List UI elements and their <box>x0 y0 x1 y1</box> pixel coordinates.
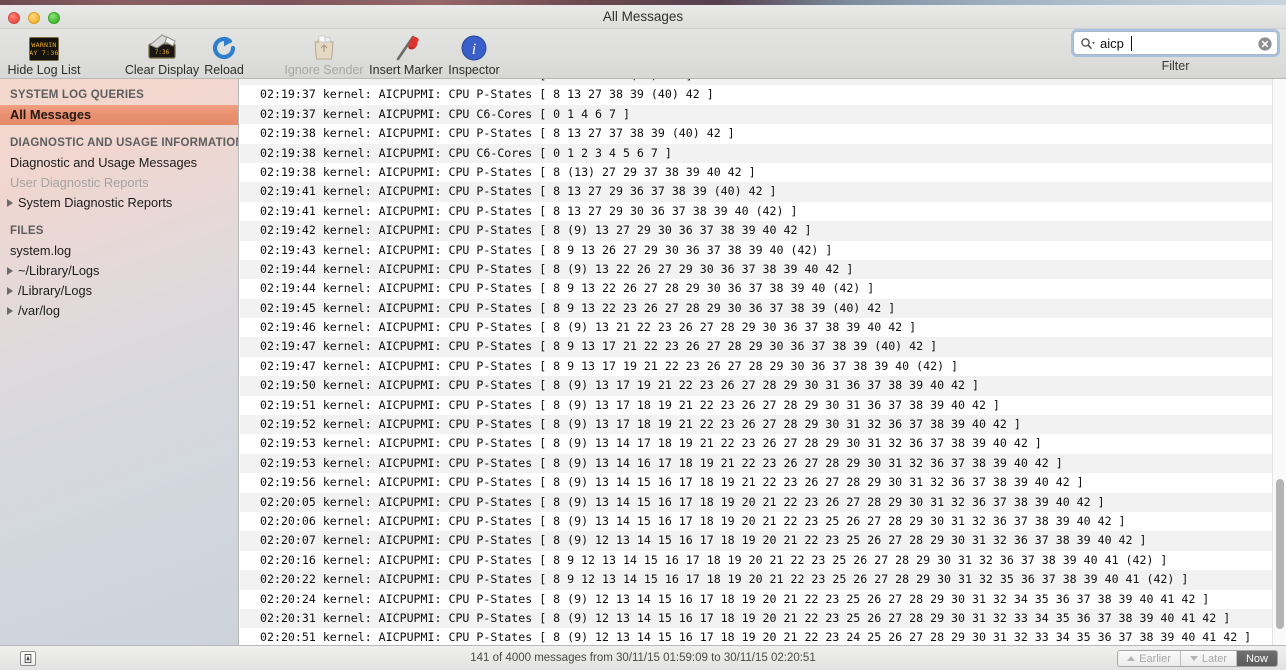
time-navigation-segmented-control[interactable]: Earlier Later Now <box>1117 650 1278 667</box>
reload-label: Reload <box>204 63 244 77</box>
log-viewer-window: All Messages WARNIN AY 7:36 Hide Log Lis… <box>0 0 1286 670</box>
log-row[interactable]: 02:19:37 kernel: AICPUPMI: CPU P-States … <box>240 85 1286 105</box>
sidebar-item-library-logs[interactable]: /Library/Logs <box>0 281 238 301</box>
text-cursor <box>1131 36 1132 51</box>
inspector-button[interactable]: i Inspector <box>428 31 520 77</box>
log-row[interactable]: 02:19:56 kernel: AICPUPMI: CPU P-States … <box>240 473 1286 493</box>
chevron-right-icon[interactable] <box>7 267 13 275</box>
earlier-button[interactable]: Earlier <box>1118 651 1181 666</box>
triangle-down-icon <box>1189 656 1198 661</box>
svg-text:i: i <box>472 41 476 58</box>
sidebar-item-label: All Messages <box>10 107 92 122</box>
log-row[interactable]: 02:19:53 kernel: AICPUPMI: CPU P-States … <box>240 453 1286 474</box>
status-bar: 141 of 4000 messages from 30/11/15 01:59… <box>0 645 1286 670</box>
log-row[interactable]: 02:20:51 kernel: AICPUPMI: CPU P-States … <box>240 628 1286 645</box>
search-input[interactable]: aicp <box>1073 31 1278 55</box>
reload-button[interactable]: Reload <box>178 31 270 77</box>
filter-search-area: aicp Filter <box>1073 31 1278 73</box>
log-row[interactable]: 02:20:22 kernel: AICPUPMI: CPU P-States … <box>240 570 1286 590</box>
log-row[interactable]: 02:19:42 kernel: AICPUPMI: CPU P-States … <box>240 221 1286 241</box>
ignore-sender-label: Ignore Sender <box>284 63 364 77</box>
now-label: Now <box>1245 652 1268 665</box>
log-list-icon-line2: AY 7:36 <box>29 49 59 57</box>
trash-bag-icon <box>310 31 338 61</box>
hide-log-list-label: Hide Log List <box>7 63 81 77</box>
log-list-sidebar[interactable]: SYSTEM LOG QUERIES All Messages DIAGNOST… <box>0 79 239 645</box>
reload-icon <box>211 31 237 61</box>
search-value: aicp <box>1100 36 1124 51</box>
later-button[interactable]: Later <box>1180 651 1237 666</box>
sidebar-item-label: /Library/Logs <box>18 283 92 298</box>
red-flag-icon <box>392 31 420 61</box>
window-title: All Messages <box>602 9 684 24</box>
log-row[interactable]: 02:19:47 kernel: AICPUPMI: CPU P-States … <box>240 356 1286 377</box>
log-row[interactable]: 02:19:44 kernel: AICPUPMI: CPU P-States … <box>240 259 1286 280</box>
chevron-right-icon[interactable] <box>7 287 13 295</box>
log-row[interactable]: 02:20:24 kernel: AICPUPMI: CPU P-States … <box>240 589 1286 609</box>
sidebar-item-label: system.log <box>10 243 72 258</box>
search-icon[interactable] <box>1080 36 1097 52</box>
sidebar-item-user-library-logs[interactable]: ~/Library/Logs <box>0 261 238 281</box>
log-row[interactable]: 02:19:45 kernel: AICPUPMI: CPU P-States … <box>240 298 1286 319</box>
hide-log-list-button[interactable]: WARNIN AY 7:36 Hide Log List <box>0 31 90 77</box>
chevron-right-icon[interactable] <box>7 199 13 207</box>
clear-display-icon: 7:36 <box>145 31 179 61</box>
log-list-icon: WARNIN AY 7:36 <box>29 31 59 61</box>
info-circle-icon: i <box>461 31 487 61</box>
log-row[interactable]: 02:19:47 kernel: AICPUPMI: CPU P-States … <box>240 337 1286 357</box>
earlier-label: Earlier <box>1139 652 1171 665</box>
log-row[interactable]: 02:19:41 kernel: AICPUPMI: CPU P-States … <box>240 182 1286 202</box>
log-row[interactable]: 02:19:51 kernel: AICPUPMI: CPU P-States … <box>240 395 1286 416</box>
log-row[interactable]: 02:20:07 kernel: AICPUPMI: CPU P-States … <box>240 531 1286 551</box>
inspector-label: Inspector <box>448 63 500 77</box>
filter-label: Filter <box>1161 59 1190 73</box>
sidebar-item-label: User Diagnostic Reports <box>10 175 149 190</box>
log-row[interactable]: 02:19:37 kernel: AICPUPMI: CPU C6-Cores … <box>240 104 1286 125</box>
now-button[interactable]: Now <box>1236 651 1277 666</box>
log-message-list[interactable]: 02:19:37 kernel: AICPUPMI: CPU P-States … <box>240 79 1286 645</box>
toolbar: WARNIN AY 7:36 Hide Log List 7:36 Clear … <box>0 29 1286 79</box>
sidebar-header-system-log-queries: SYSTEM LOG QUERIES <box>10 89 144 101</box>
log-row[interactable]: 02:20:31 kernel: AICPUPMI: CPU P-States … <box>240 608 1286 629</box>
log-row[interactable]: 02:20:05 kernel: AICPUPMI: CPU P-States … <box>240 492 1286 512</box>
sidebar-item-var-log[interactable]: /var/log <box>0 301 238 321</box>
sidebar-header-files: FILES <box>10 225 44 237</box>
log-row[interactable]: 02:19:52 kernel: AICPUPMI: CPU P-States … <box>240 415 1286 435</box>
ignore-sender-button[interactable]: Ignore Sender <box>278 31 370 77</box>
window-title-bar: All Messages <box>0 5 1286 29</box>
log-row[interactable]: 02:20:16 kernel: AICPUPMI: CPU P-States … <box>240 550 1286 571</box>
log-list-icon-line1: WARNIN <box>31 41 57 49</box>
sidebar-item-diagnostic-and-usage-messages[interactable]: Diagnostic and Usage Messages <box>0 153 238 173</box>
sidebar-item-system-diagnostic-reports[interactable]: System Diagnostic Reports <box>0 193 238 213</box>
sidebar-item-all-messages[interactable]: All Messages <box>0 105 238 125</box>
sidebar-item-system-log[interactable]: system.log <box>0 241 238 261</box>
log-row[interactable]: 02:19:38 kernel: AICPUPMI: CPU C6-Cores … <box>240 143 1286 163</box>
scrollbar-thumb[interactable] <box>1276 479 1284 629</box>
log-row[interactable]: 02:19:53 kernel: AICPUPMI: CPU P-States … <box>240 434 1286 454</box>
status-message: 141 of 4000 messages from 30/11/15 01:59… <box>470 652 816 664</box>
log-row[interactable]: 02:19:43 kernel: AICPUPMI: CPU P-States … <box>240 240 1286 260</box>
log-row[interactable]: 02:20:06 kernel: AICPUPMI: CPU P-States … <box>240 511 1286 532</box>
log-vertical-scrollbar[interactable] <box>1272 79 1286 645</box>
log-row[interactable]: 02:19:50 kernel: AICPUPMI: CPU P-States … <box>240 376 1286 396</box>
sidebar-item-user-diagnostic-reports[interactable]: User Diagnostic Reports <box>0 173 238 193</box>
sidebar-item-label: Diagnostic and Usage Messages <box>10 155 198 170</box>
sidebar-item-label: /var/log <box>18 303 60 318</box>
svg-text:7:36: 7:36 <box>155 49 170 56</box>
later-label: Later <box>1201 652 1227 665</box>
log-row[interactable]: 02:19:38 kernel: AICPUPMI: CPU P-States … <box>240 162 1286 183</box>
log-row[interactable]: 02:19:46 kernel: AICPUPMI: CPU P-States … <box>240 318 1286 338</box>
log-row[interactable]: 02:19:41 kernel: AICPUPMI: CPU P-States … <box>240 201 1286 222</box>
sidebar-item-label: ~/Library/Logs <box>18 263 100 278</box>
sidebar-header-diagnostic-and-usage-information: DIAGNOSTIC AND USAGE INFORMATION <box>10 137 239 149</box>
sidebar-item-label: System Diagnostic Reports <box>18 195 173 210</box>
log-row[interactable]: 02:19:38 kernel: AICPUPMI: CPU P-States … <box>240 124 1286 144</box>
clear-x-circle-icon[interactable] <box>1258 37 1272 51</box>
triangle-up-icon <box>1127 656 1136 661</box>
log-row[interactable]: 02:19:44 kernel: AICPUPMI: CPU P-States … <box>240 279 1286 299</box>
chevron-right-icon[interactable] <box>7 307 13 315</box>
